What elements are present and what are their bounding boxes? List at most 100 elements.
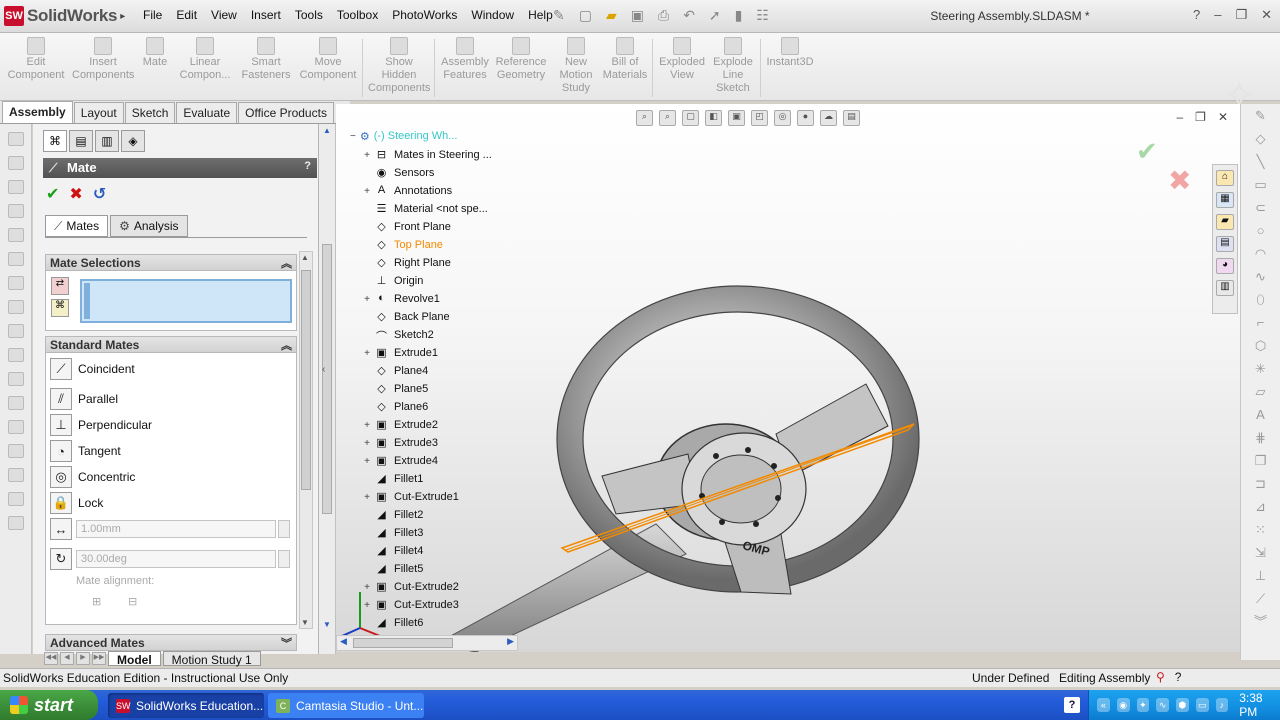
edit-appearance-icon[interactable]: ●	[797, 110, 814, 126]
tree-item[interactable]: + ▣ Extrude1	[360, 344, 560, 362]
display-manager-tab-icon[interactable]: ◈	[121, 130, 145, 152]
menu-insert[interactable]: Insert	[244, 8, 288, 22]
first-tab-icon[interactable]: ◀◀	[44, 652, 58, 665]
tree-expand-icon[interactable]: +	[360, 150, 374, 161]
toolbar-tool-icon[interactable]	[7, 420, 24, 434]
edit-component-button[interactable]: Edit Component	[6, 37, 66, 82]
toolbar-tool-icon[interactable]	[7, 396, 24, 410]
toolbar-tool-icon[interactable]	[7, 372, 24, 386]
tree-item[interactable]: ◇ Front Plane	[360, 218, 560, 236]
menu-window[interactable]: Window	[464, 8, 521, 22]
slot-icon[interactable]: ⊂	[1253, 201, 1269, 215]
panel-splitter[interactable]: ▲ ‹ ▼	[319, 124, 336, 654]
tab-motion-study-1[interactable]: Motion Study 1	[162, 651, 261, 667]
standard-mates-header[interactable]: Standard Mates ︽	[45, 336, 297, 353]
close-icon[interactable]: ✕	[1218, 110, 1228, 124]
repair-icon[interactable]: ⟋	[1253, 592, 1269, 606]
anti-aligned-icon[interactable]: ⊟	[128, 595, 146, 609]
tree-item[interactable]: ◢ Fillet5	[360, 560, 560, 578]
menu-edit[interactable]: Edit	[169, 8, 204, 22]
menu-tools[interactable]: Tools	[288, 8, 330, 22]
logo-flyout-icon[interactable]: ▸	[120, 11, 125, 22]
property-manager-tab-icon[interactable]: ▤	[69, 130, 93, 152]
rebuild-status-icon[interactable]: ⚲	[1156, 670, 1165, 684]
design-library-icon[interactable]: ▦	[1216, 192, 1234, 208]
home-icon[interactable]: ⌂	[1216, 170, 1234, 186]
instant3d-button[interactable]: Instant3D	[764, 37, 816, 69]
exploded-view-button[interactable]: Exploded View	[656, 37, 708, 82]
distance-icon[interactable]: ↔	[50, 518, 72, 540]
scroll-up-icon[interactable]: ▲	[301, 253, 309, 262]
print-icon[interactable]: ⎙	[658, 7, 669, 24]
point-icon[interactable]: ✳	[1253, 362, 1269, 376]
tab-assembly[interactable]: Assembly	[2, 101, 73, 123]
offset-icon[interactable]: ⊐	[1253, 477, 1269, 491]
pm-scrollbar[interactable]: ▲ ▼	[299, 251, 313, 629]
angle-field[interactable]: 30.00deg	[76, 550, 276, 568]
tab-evaluate[interactable]: Evaluate	[176, 102, 238, 123]
scroll-thumb[interactable]	[301, 270, 311, 490]
toolbar-tool-icon[interactable]	[7, 516, 24, 530]
select-arrow-icon[interactable]: ➚	[709, 7, 721, 24]
tab-layout[interactable]: Layout	[73, 102, 124, 123]
ok-check-icon[interactable]: ✔	[46, 184, 59, 204]
toolbar-tool-icon[interactable]	[7, 468, 24, 482]
assembly-features-button[interactable]: Assembly Features	[438, 37, 492, 82]
antivirus-icon[interactable]: ✦	[1136, 698, 1150, 712]
menu-toolbox[interactable]: Toolbox	[330, 8, 385, 22]
mate-coincident[interactable]: ⟋ Coincident	[50, 357, 135, 381]
text-icon[interactable]: A	[1253, 408, 1269, 422]
distance-field[interactable]: 1.00mm	[76, 520, 276, 538]
arc-icon[interactable]: ◠	[1253, 247, 1269, 261]
tray-expand-icon[interactable]: «	[1097, 698, 1110, 712]
toolbar-tool-icon[interactable]	[7, 228, 24, 242]
tree-item[interactable]: ◇ Back Plane	[360, 308, 560, 326]
view-orientation-icon[interactable]: ▣	[728, 110, 745, 126]
tree-item[interactable]: ☰ Material <not spe...	[360, 200, 560, 218]
menu-view[interactable]: View	[204, 8, 244, 22]
line-icon[interactable]: ╲	[1253, 155, 1269, 169]
display-style-icon[interactable]: ◰	[751, 110, 768, 126]
audio-icon[interactable]: ∿	[1156, 698, 1169, 712]
toolbar-tool-icon[interactable]	[7, 444, 24, 458]
confirm-cancel-icon[interactable]: ✖	[1168, 164, 1191, 197]
apply-scene-icon[interactable]: ☁	[820, 110, 837, 126]
tree-expand-icon[interactable]: +	[360, 492, 374, 503]
splitter-thumb[interactable]	[322, 244, 332, 514]
display-icon[interactable]: ▭	[1195, 698, 1209, 712]
view-settings-icon[interactable]: ▤	[843, 110, 860, 126]
last-tab-icon[interactable]: ▶▶	[92, 652, 106, 665]
collapse-chevron-icon[interactable]: ︽	[281, 337, 292, 353]
collapse-panel-icon[interactable]: ‹	[322, 364, 325, 375]
selection-filter-icon[interactable]: ⌘	[51, 299, 69, 317]
quick-tips-icon[interactable]: ?	[1175, 670, 1182, 684]
collapse-tree-icon[interactable]: −	[350, 131, 356, 142]
tree-horizontal-scrollbar[interactable]: ◀ ▶	[336, 635, 518, 651]
graphics-area[interactable]: OMP − ⚙ (-) Steering Wh... + ⊟ Mates in St…	[336, 104, 1240, 652]
tree-item[interactable]: ◉ Sensors	[360, 164, 560, 182]
view-palette-icon[interactable]: ▤	[1216, 236, 1234, 252]
tree-item[interactable]: + ▣ Extrude3	[360, 434, 560, 452]
advanced-mates-header[interactable]: Advanced Mates ︾	[45, 634, 297, 651]
relations-icon[interactable]: ⊥	[1253, 569, 1269, 583]
fillet-icon[interactable]: ⌐	[1253, 316, 1269, 330]
section-view-icon[interactable]: ◧	[705, 110, 722, 126]
confirm-ok-icon[interactable]: ✔	[1136, 136, 1158, 167]
configuration-manager-tab-icon[interactable]: ▥	[95, 130, 119, 152]
mate-perpendicular[interactable]: ⊥ Perpendicular	[50, 413, 152, 437]
tree-item[interactable]: ◢ Fillet4	[360, 542, 560, 560]
tree-item[interactable]: ◢ Fillet3	[360, 524, 560, 542]
tree-expand-icon[interactable]: +	[360, 186, 374, 197]
tab-sketch[interactable]: Sketch	[124, 102, 176, 123]
help-icon[interactable]: ?	[1193, 7, 1200, 23]
smart-fasteners-button[interactable]: Smart Fasteners	[238, 37, 294, 82]
tree-expand-icon[interactable]: +	[360, 456, 374, 467]
tree-item[interactable]: ◇ Plane4	[360, 362, 560, 380]
mirror-icon[interactable]: ⊿	[1253, 500, 1269, 514]
undo-icon[interactable]: ↺	[93, 184, 106, 204]
help-tray-icon[interactable]: ?	[1064, 697, 1080, 713]
toolbar-tool-icon[interactable]	[7, 252, 24, 266]
aligned-icon[interactable]: ⊞	[92, 595, 110, 609]
tree-item[interactable]: ⌒ Sketch2	[360, 326, 560, 344]
tree-item[interactable]: + ▣ Cut-Extrude2	[360, 578, 560, 596]
